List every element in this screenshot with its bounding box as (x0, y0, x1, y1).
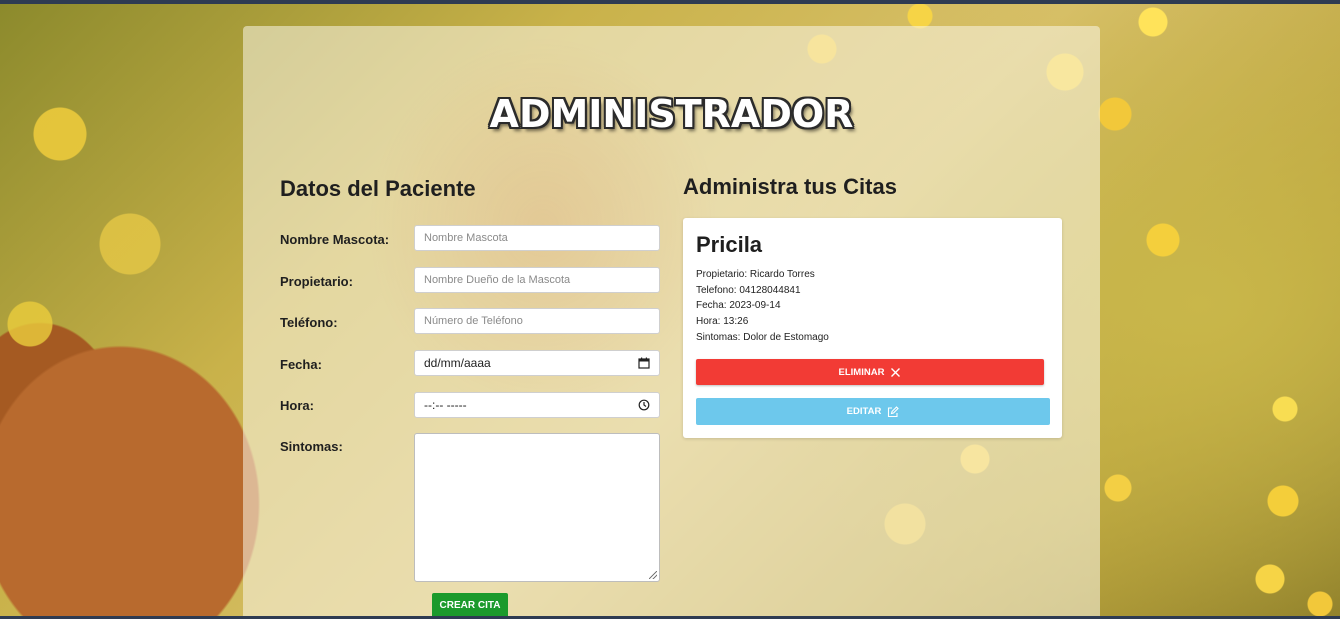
appointment-time: Hora: 13:26 (696, 316, 749, 327)
delete-button-label: ELIMINAR (838, 366, 885, 378)
close-icon (890, 367, 901, 378)
page-title: ADMINISTRADOR (489, 92, 854, 136)
symptoms-label: Sintomas: (280, 439, 343, 454)
create-appointment-button[interactable]: CREAR CITA (432, 593, 508, 616)
appointment-owner: Propietario: Ricardo Torres (696, 269, 815, 280)
pet-name-label: Nombre Mascota: (280, 232, 390, 247)
appointment-phone: Telefono: 04128044841 (696, 285, 801, 296)
calendar-icon[interactable] (638, 357, 650, 369)
date-input-value: dd/mm/aaaa (424, 356, 491, 370)
owner-input[interactable] (414, 267, 660, 293)
app-background: ADMINISTRADOR Datos del Paciente Nombre … (0, 0, 1340, 619)
phone-input[interactable] (414, 308, 660, 334)
owner-label: Propietario: (280, 274, 353, 289)
time-input-value: --:-- ----- (424, 398, 467, 412)
resize-handle[interactable] (649, 571, 657, 579)
appointment-symptoms: Sintomas: Dolor de Estomago (696, 332, 829, 343)
symptoms-textarea[interactable] (414, 433, 660, 582)
edit-button-label: EDITAR (846, 406, 882, 417)
edit-appointment-button[interactable]: EDITAR (696, 398, 1050, 425)
delete-appointment-button[interactable]: ELIMINAR (696, 359, 1044, 385)
pet-name-input[interactable] (414, 225, 660, 251)
form-heading: Datos del Paciente (280, 176, 476, 201)
time-label: Hora: (280, 398, 314, 413)
appointment-pet-name: Pricila (696, 232, 763, 257)
date-input[interactable]: dd/mm/aaaa (414, 350, 660, 376)
clock-icon[interactable] (638, 399, 650, 411)
time-input[interactable]: --:-- ----- (414, 392, 660, 418)
appointments-heading: Administra tus Citas (683, 174, 897, 199)
appointment-date: Fecha: 2023-09-14 (696, 300, 781, 311)
edit-icon (887, 405, 900, 418)
date-label: Fecha: (280, 357, 322, 372)
phone-label: Teléfono: (280, 315, 338, 330)
